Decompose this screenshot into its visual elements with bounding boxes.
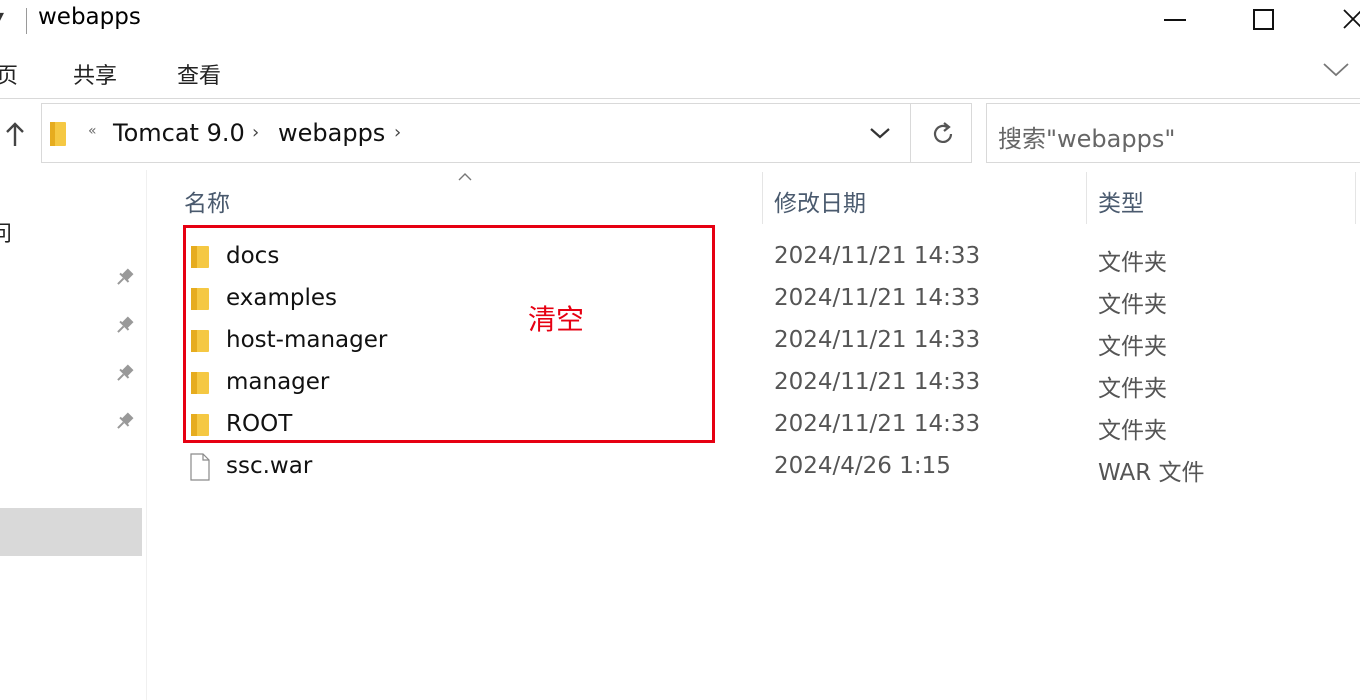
- close-button[interactable]: [1330, 0, 1360, 38]
- minimize-button[interactable]: [1152, 0, 1198, 38]
- breadcrumb-chevron-icon[interactable]: ›: [394, 122, 401, 143]
- column-divider[interactable]: [1355, 172, 1356, 224]
- address-divider: [910, 104, 911, 162]
- file-modified: 2024/11/21 14:33: [774, 327, 981, 353]
- title-separator: [26, 8, 27, 34]
- column-header-name[interactable]: 名称: [184, 184, 230, 218]
- file-type: 文件夹: [1098, 334, 1167, 360]
- column-header-modified[interactable]: 修改日期: [774, 184, 866, 218]
- tab-share[interactable]: 共享: [73, 58, 117, 90]
- breadcrumb-chevron-icon[interactable]: ›: [252, 122, 259, 143]
- file-type: 文件夹: [1098, 292, 1167, 318]
- up-button[interactable]: [4, 120, 26, 154]
- file-modified: 2024/11/21 14:33: [774, 369, 981, 395]
- tab-view[interactable]: 查看: [177, 58, 221, 90]
- nav-pane-border: [146, 170, 147, 700]
- maximize-icon: [1252, 8, 1274, 30]
- refresh-icon: [933, 122, 953, 143]
- column-divider[interactable]: [762, 172, 763, 224]
- up-arrow-icon: [6, 122, 24, 146]
- file-modified: 2024/11/21 14:33: [774, 411, 981, 437]
- quick-access-chevron-icon[interactable]: ▾: [0, 4, 4, 28]
- close-icon: [1343, 9, 1360, 29]
- folder-icon: [48, 120, 68, 152]
- address-history-button[interactable]: [868, 124, 892, 146]
- file-modified: 2024/4/26 1:15: [774, 453, 951, 479]
- tab-home[interactable]: 页: [0, 58, 18, 90]
- pin-icon: [114, 314, 136, 340]
- pin-icon: [114, 362, 136, 388]
- search-placeholder: 搜索"webapps": [998, 125, 1176, 153]
- maximize-button[interactable]: [1240, 0, 1286, 38]
- annotation-label: 清空: [528, 303, 585, 336]
- ribbon-expand-button[interactable]: [1322, 60, 1350, 82]
- pin-icon: [114, 410, 136, 436]
- annotation-highlight-box: [183, 225, 715, 443]
- pin-icon: [114, 266, 136, 292]
- file-icon: [188, 452, 212, 486]
- refresh-button[interactable]: [929, 120, 957, 152]
- breadcrumb-tomcat[interactable]: Tomcat 9.0: [113, 119, 245, 147]
- column-header-type[interactable]: 类型: [1098, 184, 1144, 218]
- file-modified: 2024/11/21 14:33: [774, 285, 981, 311]
- file-modified: 2024/11/21 14:33: [774, 243, 981, 269]
- sort-ascending-icon: [456, 168, 474, 187]
- chevron-down-icon: [870, 128, 890, 139]
- minimize-icon: [1164, 19, 1186, 21]
- nav-item-selected[interactable]: [0, 508, 142, 556]
- file-type: 文件夹: [1098, 376, 1167, 402]
- file-type: 文件夹: [1098, 418, 1167, 444]
- file-type: WAR 文件: [1098, 460, 1205, 486]
- window-title: webapps: [38, 4, 141, 30]
- chevron-down-icon: [1323, 63, 1349, 77]
- nav-item-fragment[interactable]: 问: [0, 216, 12, 248]
- breadcrumb-webapps[interactable]: webapps: [278, 119, 385, 147]
- address-overflow[interactable]: «: [88, 123, 97, 139]
- ribbon-divider: [0, 98, 1360, 99]
- file-name: ssc.war: [226, 453, 313, 479]
- file-type: 文件夹: [1098, 250, 1167, 276]
- column-divider[interactable]: [1086, 172, 1087, 224]
